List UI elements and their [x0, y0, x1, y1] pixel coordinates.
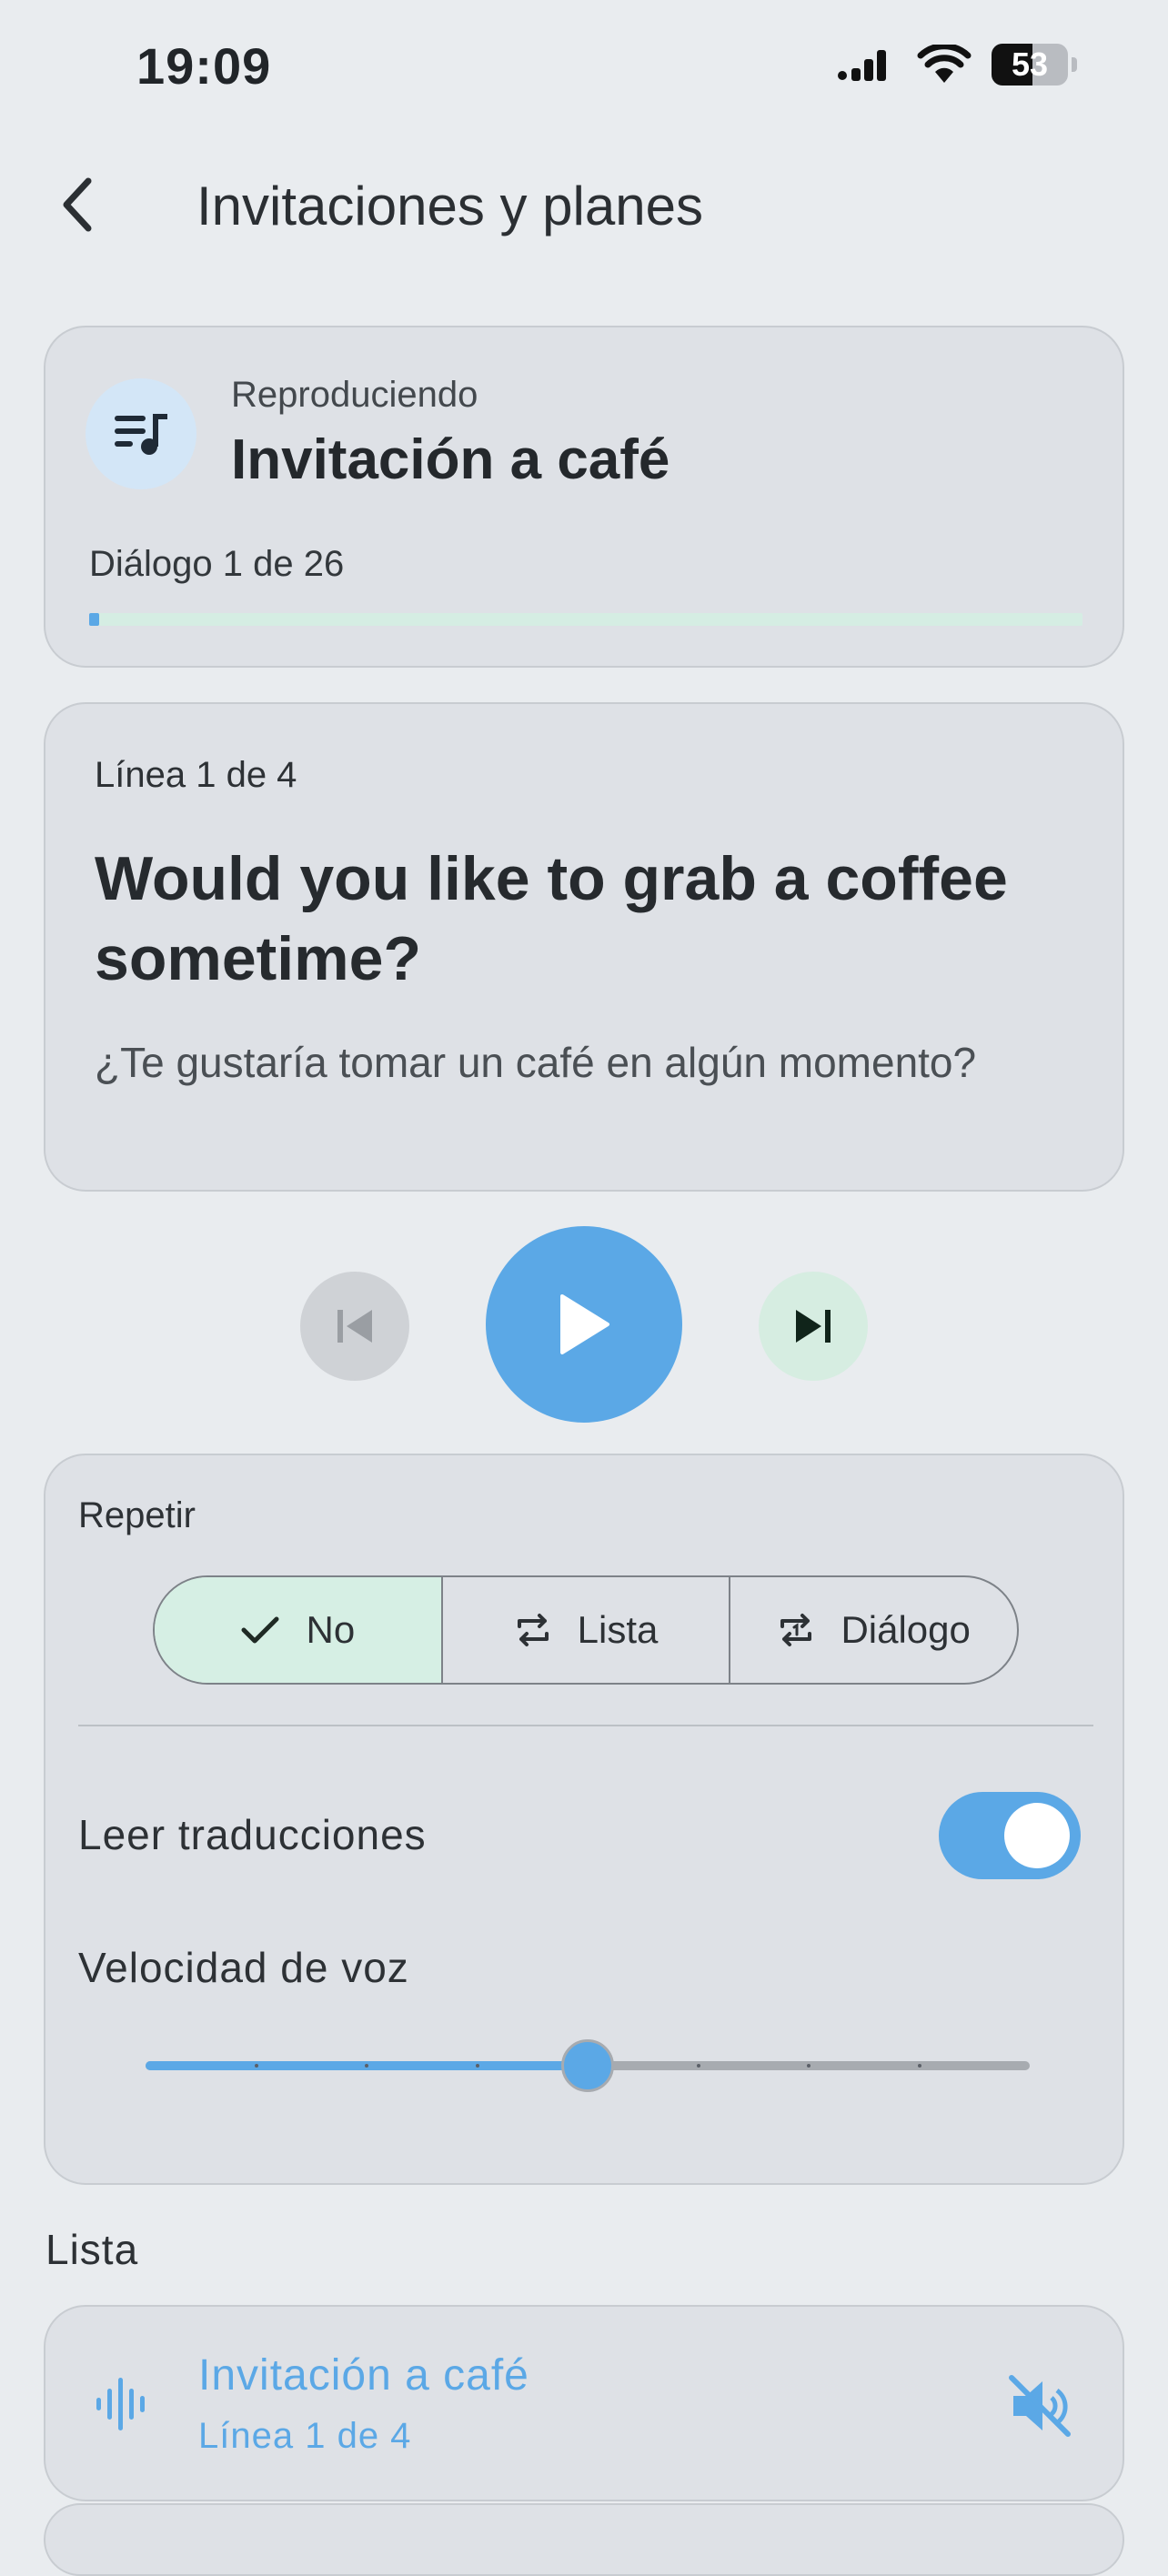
now-playing-card: Reproduciendo Invitación a café Diálogo …: [44, 326, 1124, 668]
slider-tick: [365, 2064, 368, 2068]
skip-previous-icon: [337, 1310, 372, 1343]
skip-next-icon: [796, 1310, 831, 1343]
slider-tick: [696, 2064, 700, 2068]
playback-settings-card: Repetir No Lista Diálogo Leer traduccion…: [44, 1454, 1124, 2185]
repeat-option-list[interactable]: Lista: [443, 1577, 731, 1683]
repeat-option-no[interactable]: No: [155, 1577, 443, 1683]
playlist-music-icon: [115, 414, 167, 455]
play-icon: [560, 1294, 609, 1354]
now-playing-label: Reproduciendo: [231, 375, 478, 415]
playlist-icon-badge: [86, 378, 196, 489]
list-item-subtitle: Línea 1 de 4: [198, 2416, 412, 2456]
slider-tick: [475, 2064, 479, 2068]
status-bar: 19:09 53: [0, 0, 1168, 136]
voice-speed-label: Velocidad de voz: [78, 1944, 409, 1991]
slider-thumb[interactable]: [561, 2039, 614, 2092]
slider-tick: [917, 2064, 921, 2068]
list-item-peek[interactable]: [44, 2503, 1124, 2576]
line-translation: ¿Te gustaría tomar un café en algún mome…: [95, 1039, 977, 1086]
toggle-knob: [1004, 1803, 1070, 1868]
line-count: Línea 1 de 4: [95, 755, 297, 795]
dialog-count: Diálogo 1 de 26: [89, 544, 345, 584]
line-text: Would you like to grab a coffee sometime…: [95, 844, 1008, 993]
repeat-option-label: No: [306, 1608, 356, 1651]
check-icon: [241, 1616, 279, 1644]
voice-speed-slider[interactable]: [146, 2038, 1030, 2092]
status-icons: 53: [837, 44, 1077, 86]
play-button[interactable]: [486, 1226, 682, 1423]
list-item-title: Invitación a café: [198, 2351, 529, 2400]
player-controls: [0, 1224, 1168, 1424]
list-heading: Lista: [45, 2226, 139, 2273]
chevron-left-icon: [63, 177, 92, 232]
wifi-icon: [917, 45, 972, 83]
repeat-icon: [517, 1614, 549, 1646]
volume-off-icon[interactable]: [1006, 2372, 1073, 2440]
repeat-label: Repetir: [78, 1495, 196, 1535]
battery-indicator: 53: [992, 44, 1068, 86]
slider-tick: [254, 2064, 258, 2068]
read-translations-label: Leer traducciones: [78, 1811, 427, 1858]
previous-button[interactable]: [300, 1272, 409, 1381]
repeat-one-icon: [780, 1614, 812, 1646]
repeat-option-label: Diálogo: [841, 1608, 971, 1651]
slider-tick: [807, 2064, 811, 2068]
read-translations-toggle[interactable]: [939, 1792, 1081, 1879]
repeat-option-dialog[interactable]: Diálogo: [730, 1577, 1017, 1683]
repeat-option-label: Lista: [577, 1608, 659, 1651]
page-title: Invitaciones y planes: [196, 176, 703, 236]
next-button[interactable]: [759, 1272, 868, 1381]
battery-level: 53: [1011, 45, 1049, 83]
header: Invitaciones y planes: [0, 136, 1168, 273]
current-line-card: Línea 1 de 4 Would you like to grab a co…: [44, 702, 1124, 1192]
cellular-signal-icon: [838, 50, 886, 81]
status-time: 19:09: [136, 37, 272, 95]
audio-wave-icon: [96, 2378, 145, 2430]
now-playing-title: Invitación a café: [231, 428, 670, 491]
back-button[interactable]: [45, 173, 109, 236]
dialog-progress-bar: [89, 613, 1082, 626]
settings-divider: [78, 1725, 1093, 1726]
repeat-segmented-control: No Lista Diálogo: [153, 1575, 1019, 1685]
list-item[interactable]: Invitación a café Línea 1 de 4: [44, 2305, 1124, 2501]
dialog-progress-fill: [89, 613, 99, 626]
battery-cap: [1072, 57, 1077, 72]
